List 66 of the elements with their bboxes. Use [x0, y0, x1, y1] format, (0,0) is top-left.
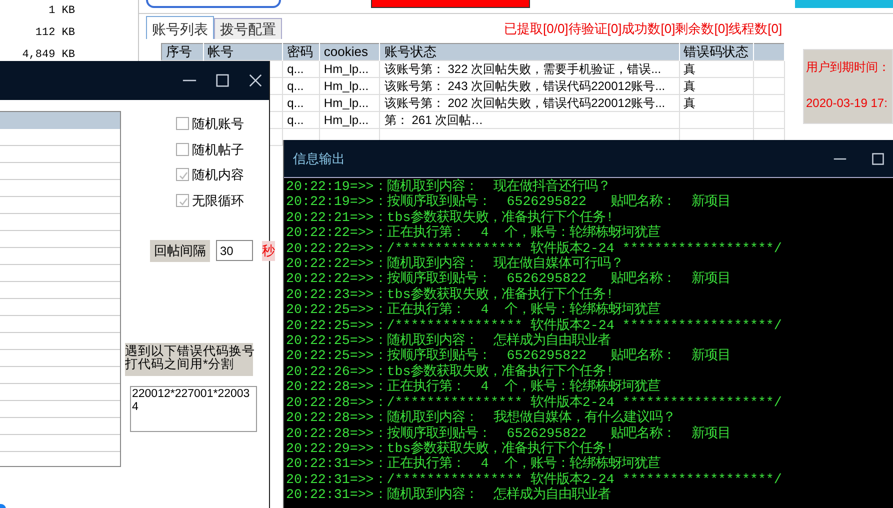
- log-line: 20:22:25=>>：随机取到内容： 怎样成为自由职业者: [286, 333, 611, 348]
- table-cell: q...: [287, 62, 304, 76]
- table-cell: Hm_lp...: [324, 78, 369, 92]
- expiry-label: 用户到期时间：: [806, 59, 890, 76]
- log-line: 20:22:28=>>：按顺序取到贴号： 6526295822 贴吧名称： 新项目: [286, 426, 730, 440]
- column-header: 账号状态: [380, 44, 680, 60]
- hint-text: 打代码之间用*分割: [125, 358, 234, 370]
- table-cell: 真: [684, 78, 696, 92]
- column-header: cookies: [319, 44, 380, 60]
- log-line: 20:22:23=>>：tbs参数获取失败，准备执行下个任务!: [286, 286, 614, 302]
- column-header: 错误码状态: [679, 44, 754, 60]
- hint-text: 遇到以下错误代码换号: [125, 344, 255, 358]
- expiry-value: 2020-03-19 17:: [806, 95, 888, 112]
- log-line: 20:22:29=>>：tbs参数获取失败，准备执行下个任务!: [286, 440, 614, 456]
- log-line: 20:22:19=>>：按顺序取到贴号： 6526295822 贴吧名称： 新项目: [286, 194, 730, 210]
- checkbox[interactable]: 随机账号: [176, 111, 275, 136]
- log-line: 20:22:28=>>：正在执行第： 4 个，账号：轮绑栋蚜坷犹苣: [286, 379, 661, 394]
- table-cell: q...: [287, 78, 304, 92]
- log-line: 20:22:25=>>：按顺序取到贴号： 6526295822 贴吧名称： 新项目: [286, 348, 730, 364]
- file-size: 1 KB: [48, 4, 75, 19]
- number-input[interactable]: 30: [216, 240, 253, 262]
- log-line: 20:22:22=>>：/**************** 软件版本2-24 *******************/: [286, 240, 782, 256]
- table-cell: 真: [684, 62, 696, 76]
- window-title: 信息输出: [293, 150, 345, 168]
- input-field[interactable]: [146, 0, 281, 8]
- table-cell: Hm_lp...: [324, 62, 369, 76]
- table-cell: q...: [287, 96, 304, 110]
- table-cell: 第： 261 次回帖…: [384, 112, 484, 126]
- log-line: 20:22:22=>>：随机取到内容： 现在做自媒体可行吗？: [286, 256, 624, 272]
- log-line: 20:22:22=>>：正在执行第： 4 个，账号：轮绑栋蚜坷犹苣: [286, 225, 661, 240]
- column-header: 密码: [282, 44, 320, 60]
- log-line: 20:22:28=>>：随机取到内容： 我想做自媒体，有什么建议吗？: [286, 410, 676, 426]
- log-line: 20:22:21=>>：tbs参数获取失败，准备执行下个任务!: [286, 210, 614, 225]
- table-cell: Hm_lp...: [324, 96, 369, 110]
- table-cell: 该账号第： 202 次回帖失败，错误代码220012账号...: [384, 96, 666, 110]
- unit-label: 秒: [262, 241, 275, 260]
- log-line: 20:22:31=>>：/**************** 软件版本2-24 *******************/: [286, 472, 782, 487]
- interval-label: 回帖间隔: [150, 240, 210, 262]
- log-line: 20:22:31=>>：随机取到内容： 怎样成为自由职业者: [286, 487, 611, 503]
- table-cell: 该账号第： 243 次回帖失败，错误代码220012账号...: [384, 78, 666, 92]
- log-line: 20:22:28=>>：/**************** 软件版本2-24 *******************/: [286, 394, 782, 410]
- checkbox[interactable]: 无限循环: [176, 188, 275, 213]
- table-cell: Hm_lp...: [324, 112, 369, 126]
- log-line: 20:22:19=>>：随机取到内容： 现在做抖音还行吗？: [286, 179, 611, 194]
- checkbox[interactable]: 随机帖子: [176, 136, 275, 162]
- log-line: 20:22:25=>>：正在执行第： 4 个，账号：轮绑栋蚜坷犹苣: [286, 302, 661, 318]
- table-cell: 该账号第： 322 次回帖失败，需要手机验证，错误...: [384, 62, 662, 76]
- log-line: 20:22:31=>>：正在执行第： 4 个，账号：轮绑栋蚜坷犹苣: [286, 456, 661, 472]
- error-codes-field[interactable]: 220012*227001*220034: [130, 386, 257, 432]
- column-header: 帐号: [203, 44, 283, 60]
- tab[interactable]: 拨号配置: [214, 18, 282, 39]
- table-cell: 真: [684, 96, 696, 110]
- column-header: 序号: [162, 44, 203, 60]
- tab[interactable]: 账号列表: [146, 16, 214, 39]
- close-icon[interactable]: [248, 73, 263, 88]
- file-size: 4,849 KB: [21, 48, 75, 63]
- button[interactable]: [370, 0, 530, 8]
- log-line: 20:22:25=>>：/**************** 软件版本2-24 *******************/: [286, 318, 782, 333]
- checkbox[interactable]: 随机内容: [176, 162, 275, 188]
- log-line: 20:22:22=>>：按顺序取到贴号： 6526295822 贴吧名称： 新项目: [286, 271, 730, 286]
- log-line: 20:22:26=>>：tbs参数获取失败，准备执行下个任务!: [286, 364, 614, 379]
- table-cell: q...: [287, 112, 304, 126]
- maximize-icon[interactable]: [871, 152, 885, 166]
- file-size: 112 KB: [34, 26, 75, 41]
- maximize-icon[interactable]: [215, 73, 230, 88]
- status-text: 已提取[0/0]待验证[0]成功数[0]剩余数[0]线程数[0]: [504, 20, 782, 38]
